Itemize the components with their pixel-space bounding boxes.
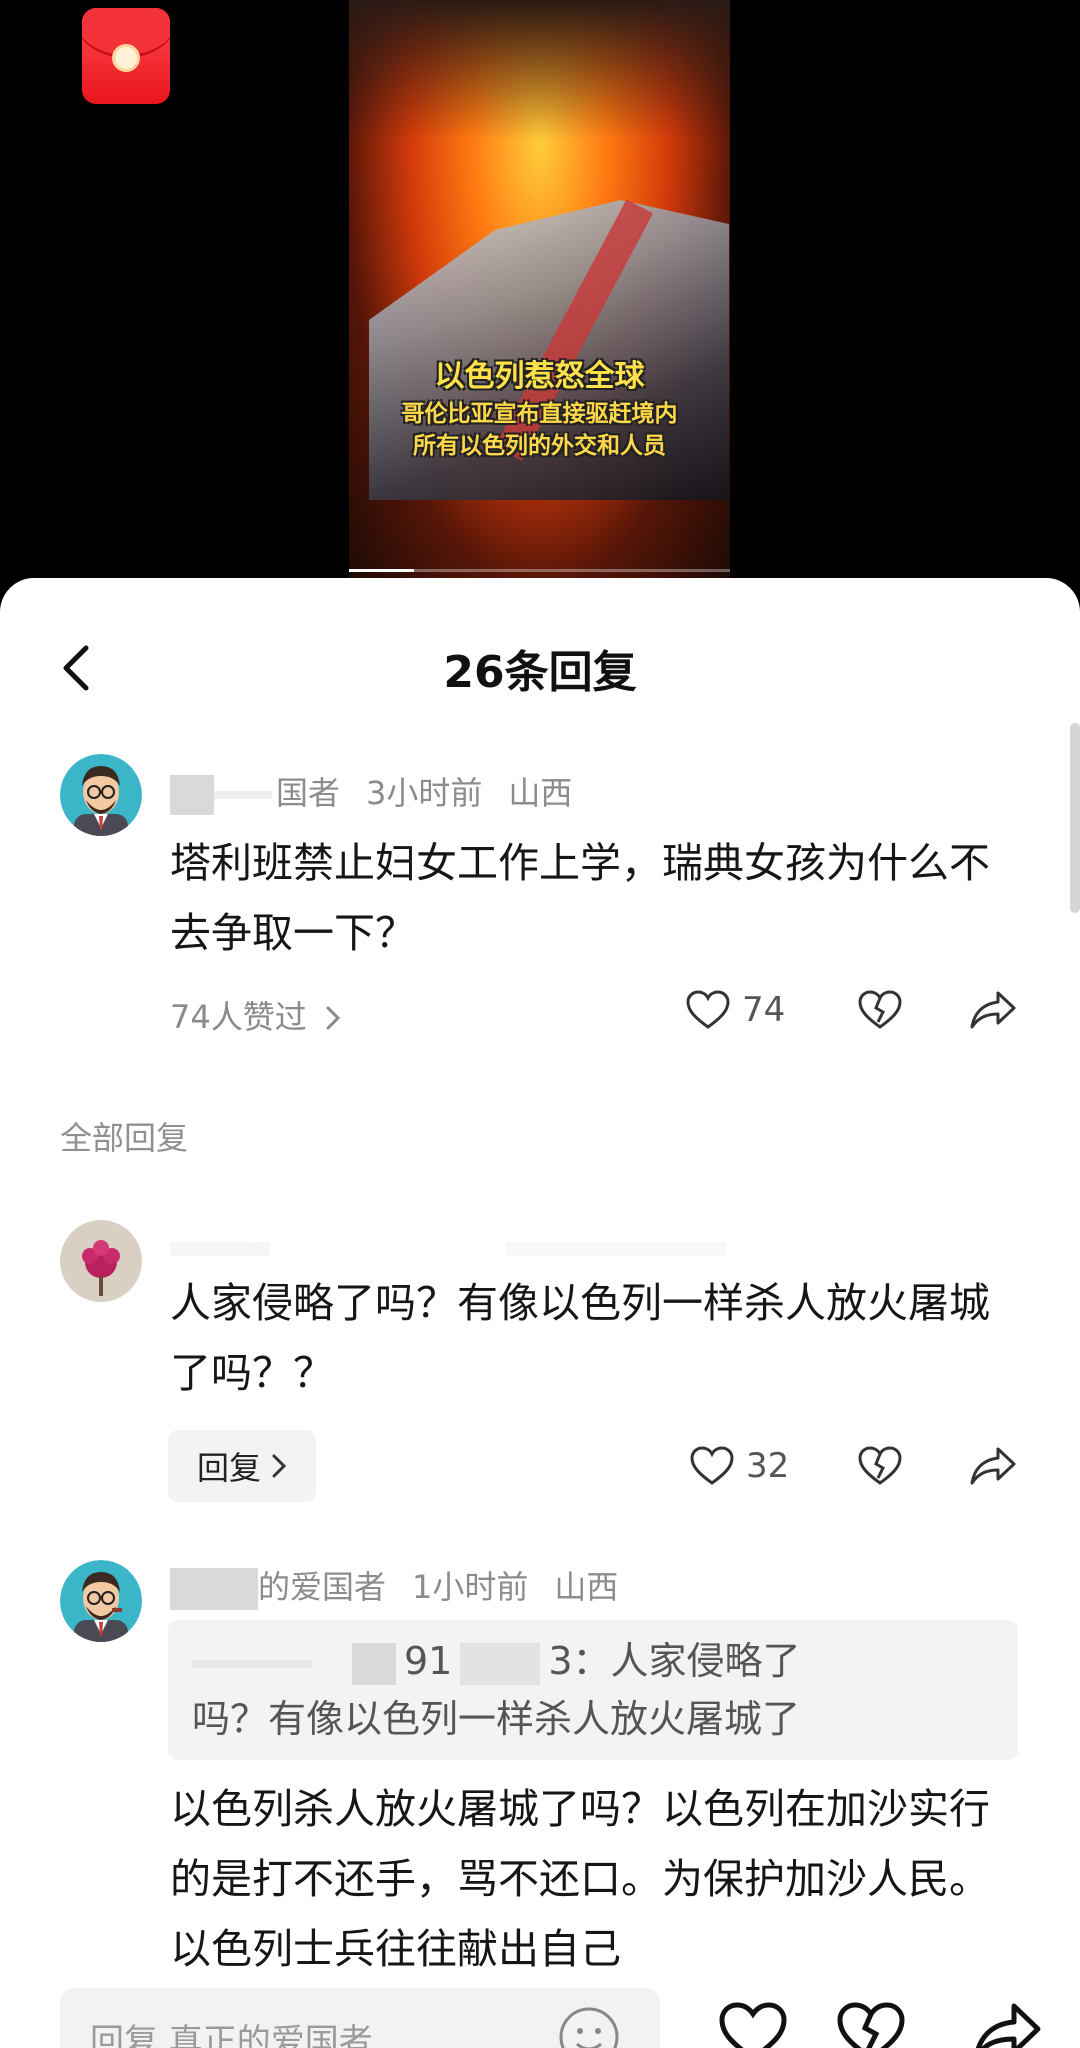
reply-input-placeholder: 回复 真正的爱国者 (90, 2022, 373, 2048)
comment-text: 塔利班禁止妇女工作上学，瑞典女孩为什么不去争取一下？ (170, 839, 990, 957)
quoted-reply[interactable]: 91 3：人家侵略了 吗？有像以色列一样杀人放火屠城了 (168, 1620, 1018, 1760)
bottom-reply-bar: 回复 真正的爱国者 (0, 1988, 1080, 2048)
broken-heart-icon (858, 1446, 902, 1485)
share-arrow-icon[interactable] (972, 2002, 1042, 2048)
comment-text: 以色列杀人放火屠城了吗？以色列在加沙实行的是打不还手，骂不还口。为保护加沙人民。… (170, 1785, 990, 1973)
page-title: 26条回复 (443, 647, 637, 698)
comment-actions: 74人赞过 74 (0, 980, 1080, 1040)
quoted-user: 91 (404, 1639, 453, 1683)
username[interactable]: 的爱国者 (258, 1568, 386, 1606)
broken-heart-icon[interactable] (836, 2002, 906, 2048)
broken-heart-icon (858, 990, 902, 1029)
username-redacted (170, 1568, 258, 1610)
heart-icon (686, 990, 730, 1029)
share-button[interactable] (970, 1436, 1016, 1496)
video-player-area[interactable]: 以色列惹怒全球 哥伦比亚宣布直接驱赶境内 所有以色列的外交和人员 (0, 0, 1080, 600)
video-caption-line: 哥伦比亚宣布直接驱赶境内 (401, 401, 678, 427)
quoted-text-line: 吗？有像以色列一样杀人放火屠城了 (192, 1697, 801, 1741)
avatar-cartoon-icon (60, 754, 142, 836)
emoji-icon[interactable] (558, 2006, 620, 2048)
like-button[interactable]: 32 (690, 1436, 789, 1496)
sheet-header: 26条回复 (0, 578, 1080, 748)
like-count: 32 (746, 1446, 790, 1486)
avatar[interactable] (60, 1560, 142, 1642)
comment-actions: 32 (0, 1436, 1080, 1496)
timestamp: 3小时前 (366, 774, 483, 812)
comment-meta-redacted (170, 1228, 752, 1266)
share-arrow-icon (970, 991, 1016, 1029)
comment-text: 人家侵略了吗？有像以色列一样杀人放火屠城了吗？？ (170, 1279, 990, 1397)
username-redacted (170, 775, 214, 815)
location: 山西 (508, 774, 573, 812)
video-frame[interactable]: 以色列惹怒全球 哥伦比亚宣布直接驱赶境内 所有以色列的外交和人员 (349, 0, 730, 578)
likes-summary-link[interactable]: 74人赞过 (170, 992, 341, 1038)
avatar-cartoon-icon (60, 1560, 142, 1642)
like-count: 74 (742, 990, 786, 1030)
location: 山西 (554, 1568, 619, 1606)
avatar-flower-icon (60, 1220, 142, 1302)
username[interactable]: 国者 (276, 774, 340, 812)
quoted-user-suffix: 3： (548, 1639, 611, 1683)
heart-icon (690, 1446, 734, 1485)
video-progress-bar[interactable] (349, 569, 730, 572)
video-caption: 以色列惹怒全球 哥伦比亚宣布直接驱赶境内 所有以色列的外交和人员 (349, 356, 730, 462)
quoted-text: 人家侵略了 (610, 1639, 801, 1683)
comment-meta: 国者 3小时前 山西 (170, 768, 598, 815)
dislike-button[interactable] (858, 980, 902, 1040)
scrollbar[interactable] (1070, 723, 1080, 913)
video-caption-line: 以色列惹怒全球 (434, 359, 645, 394)
likes-summary-text: 74人赞过 (170, 998, 307, 1036)
chevron-right-icon (326, 1006, 341, 1030)
red-packet-icon[interactable] (82, 8, 170, 104)
heart-icon[interactable] (718, 2002, 788, 2048)
avatar[interactable] (60, 1220, 142, 1302)
video-caption-line: 所有以色列的外交和人员 (413, 433, 666, 459)
share-arrow-icon (970, 1447, 1016, 1485)
like-button[interactable]: 74 (686, 980, 785, 1040)
replies-sheet: 26条回复 国者 3小时前 山西 塔利班禁止妇女工作上学，瑞典女孩为什么不去争取一下… (0, 578, 1080, 2048)
avatar[interactable] (60, 754, 142, 836)
share-button[interactable] (970, 980, 1016, 1040)
section-label-all-replies: 全部回复 (60, 1119, 189, 1157)
dislike-button[interactable] (858, 1436, 902, 1496)
timestamp: 1小时前 (412, 1568, 529, 1606)
comment-meta: 的爱国者 1小时前 山西 (170, 1562, 644, 1610)
